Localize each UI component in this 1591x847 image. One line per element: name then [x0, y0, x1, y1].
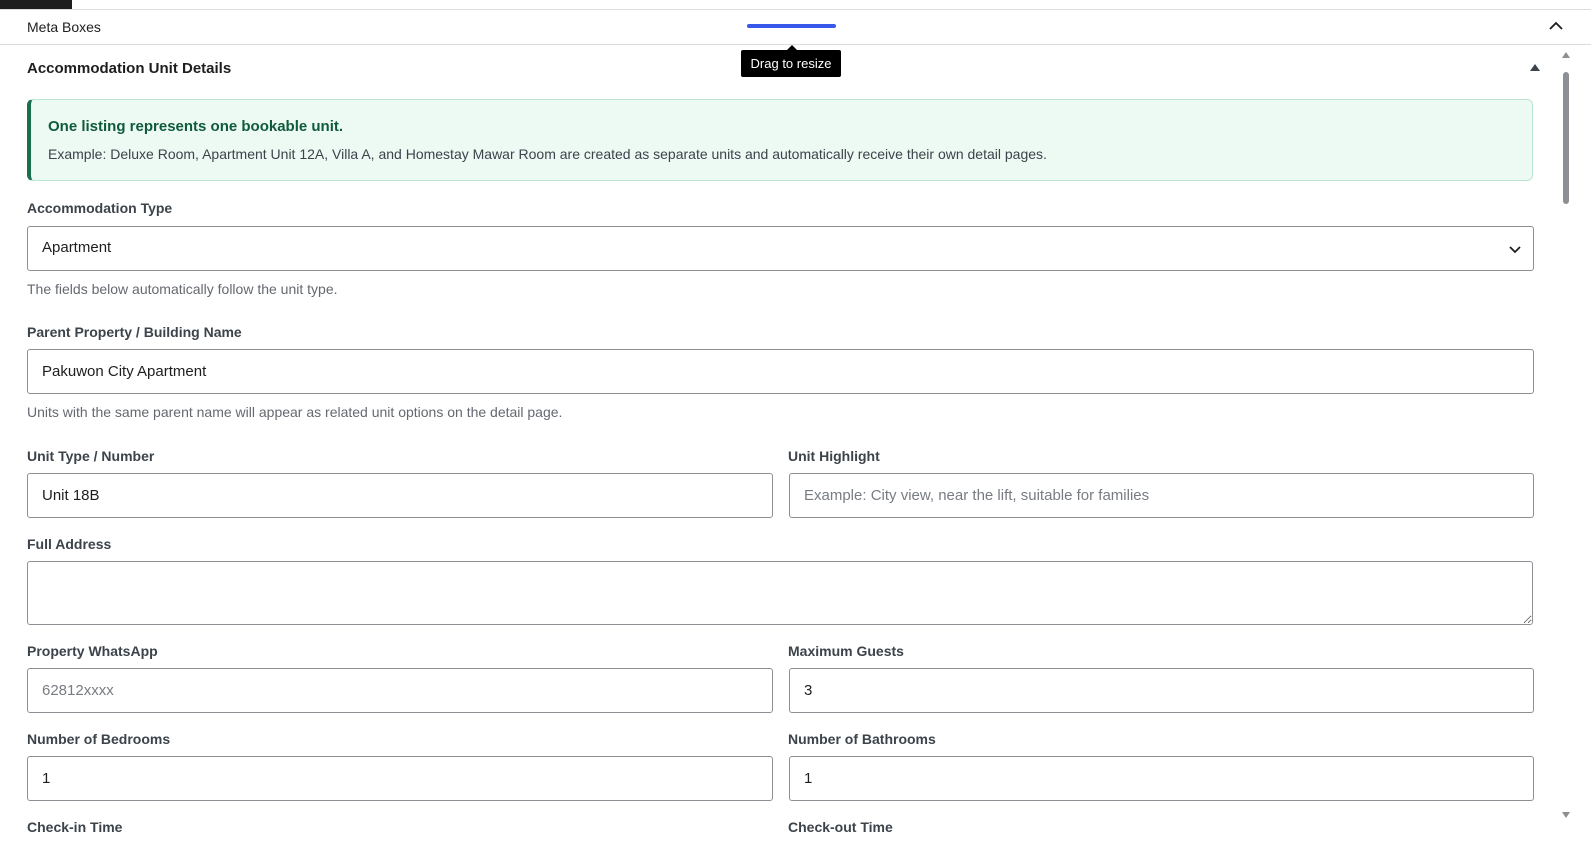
panel-title: Accommodation Unit Details	[27, 60, 232, 77]
accommodation-type-label: Accommodation Type	[27, 200, 173, 216]
property-whatsapp-label: Property WhatsApp	[27, 643, 158, 659]
property-whatsapp-input[interactable]	[27, 668, 773, 713]
parent-property-input[interactable]	[27, 349, 1534, 394]
unit-type-label: Unit Type / Number	[27, 448, 155, 464]
chevron-down-icon	[1509, 246, 1521, 254]
bathrooms-input[interactable]	[789, 756, 1534, 801]
bedrooms-input[interactable]	[27, 756, 773, 801]
full-address-textarea[interactable]	[27, 561, 1533, 625]
active-tab-indicator	[0, 0, 72, 9]
scroll-up-arrow-icon[interactable]	[1562, 52, 1570, 58]
scrollbar-thumb[interactable]	[1563, 72, 1569, 204]
unit-highlight-label: Unit Highlight	[788, 448, 880, 464]
full-address-label: Full Address	[27, 536, 112, 552]
parent-property-label: Parent Property / Building Name	[27, 324, 242, 340]
resize-handle[interactable]	[747, 24, 836, 28]
notice-text: Example: Deluxe Room, Apartment Unit 12A…	[48, 146, 1047, 162]
chevron-up-icon[interactable]	[1547, 17, 1565, 35]
parent-property-help: Units with the same parent name will app…	[27, 404, 563, 420]
unit-type-input[interactable]	[27, 473, 773, 518]
triangle-up-icon[interactable]	[1529, 62, 1541, 72]
accommodation-type-value: Apartment	[42, 239, 112, 256]
top-bar	[0, 0, 1591, 10]
accommodation-type-help: The fields below automatically follow th…	[27, 281, 338, 297]
check-out-label: Check-out Time	[788, 819, 893, 835]
resize-tooltip: Drag to resize	[741, 45, 841, 77]
bedrooms-label: Number of Bedrooms	[27, 731, 171, 747]
maximum-guests-input[interactable]	[789, 668, 1534, 713]
meta-boxes-header[interactable]: Meta Boxes	[0, 10, 1591, 45]
unit-highlight-input[interactable]	[789, 473, 1534, 518]
notice-title: One listing represents one bookable unit…	[48, 118, 344, 135]
bathrooms-label: Number of Bathrooms	[788, 731, 936, 747]
scroll-down-arrow-icon[interactable]	[1562, 812, 1570, 818]
meta-boxes-title: Meta Boxes	[27, 19, 101, 35]
check-in-label: Check-in Time	[27, 819, 123, 835]
accommodation-type-select[interactable]: Apartment	[27, 226, 1534, 271]
scrollbar[interactable]	[1566, 45, 1591, 847]
info-notice: One listing represents one bookable unit…	[27, 99, 1533, 181]
maximum-guests-label: Maximum Guests	[788, 643, 904, 659]
